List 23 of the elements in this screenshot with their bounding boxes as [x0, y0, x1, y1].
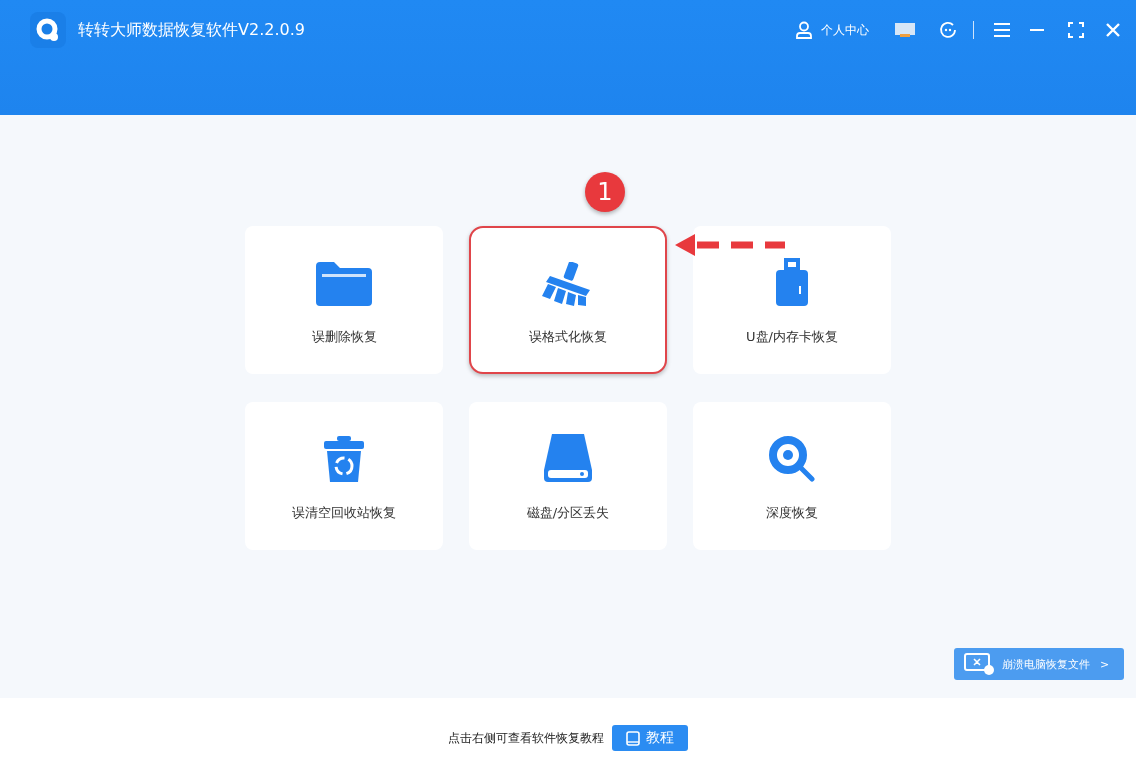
recovery-card[interactable]: 深度恢复	[693, 402, 891, 550]
recovery-card[interactable]: 误清空回收站恢复	[245, 402, 443, 550]
tutorial-hint: 点击右侧可查看软件恢复教程	[448, 729, 604, 747]
close-icon[interactable]	[1106, 23, 1120, 37]
user-center-link[interactable]: 个人中心	[821, 21, 869, 39]
book-icon	[626, 730, 640, 746]
recovery-card[interactable]: U盘/内存卡恢复	[693, 226, 891, 374]
recovery-card[interactable]: 误删除恢复	[245, 226, 443, 374]
magnifier-icon	[769, 436, 815, 482]
chat-icon[interactable]	[939, 21, 957, 39]
menu-icon[interactable]	[994, 23, 1010, 37]
window-title: 转转大师数据恢复软件V2.2.0.9	[78, 19, 305, 41]
monitor-icon[interactable]	[895, 23, 915, 37]
app-logo-icon	[30, 12, 66, 48]
usb-drive-icon	[775, 258, 809, 306]
recovery-card[interactable]: 误格式化恢复	[469, 226, 667, 374]
user-icon[interactable]	[795, 21, 813, 39]
recovery-card[interactable]: 磁盘/分区丢失	[469, 402, 667, 550]
folder-icon	[316, 262, 372, 306]
maximize-icon[interactable]	[1068, 22, 1084, 38]
step-number-badge: 1	[585, 172, 625, 212]
recycle-bin-icon	[324, 436, 364, 482]
monitor-icon	[964, 653, 994, 675]
